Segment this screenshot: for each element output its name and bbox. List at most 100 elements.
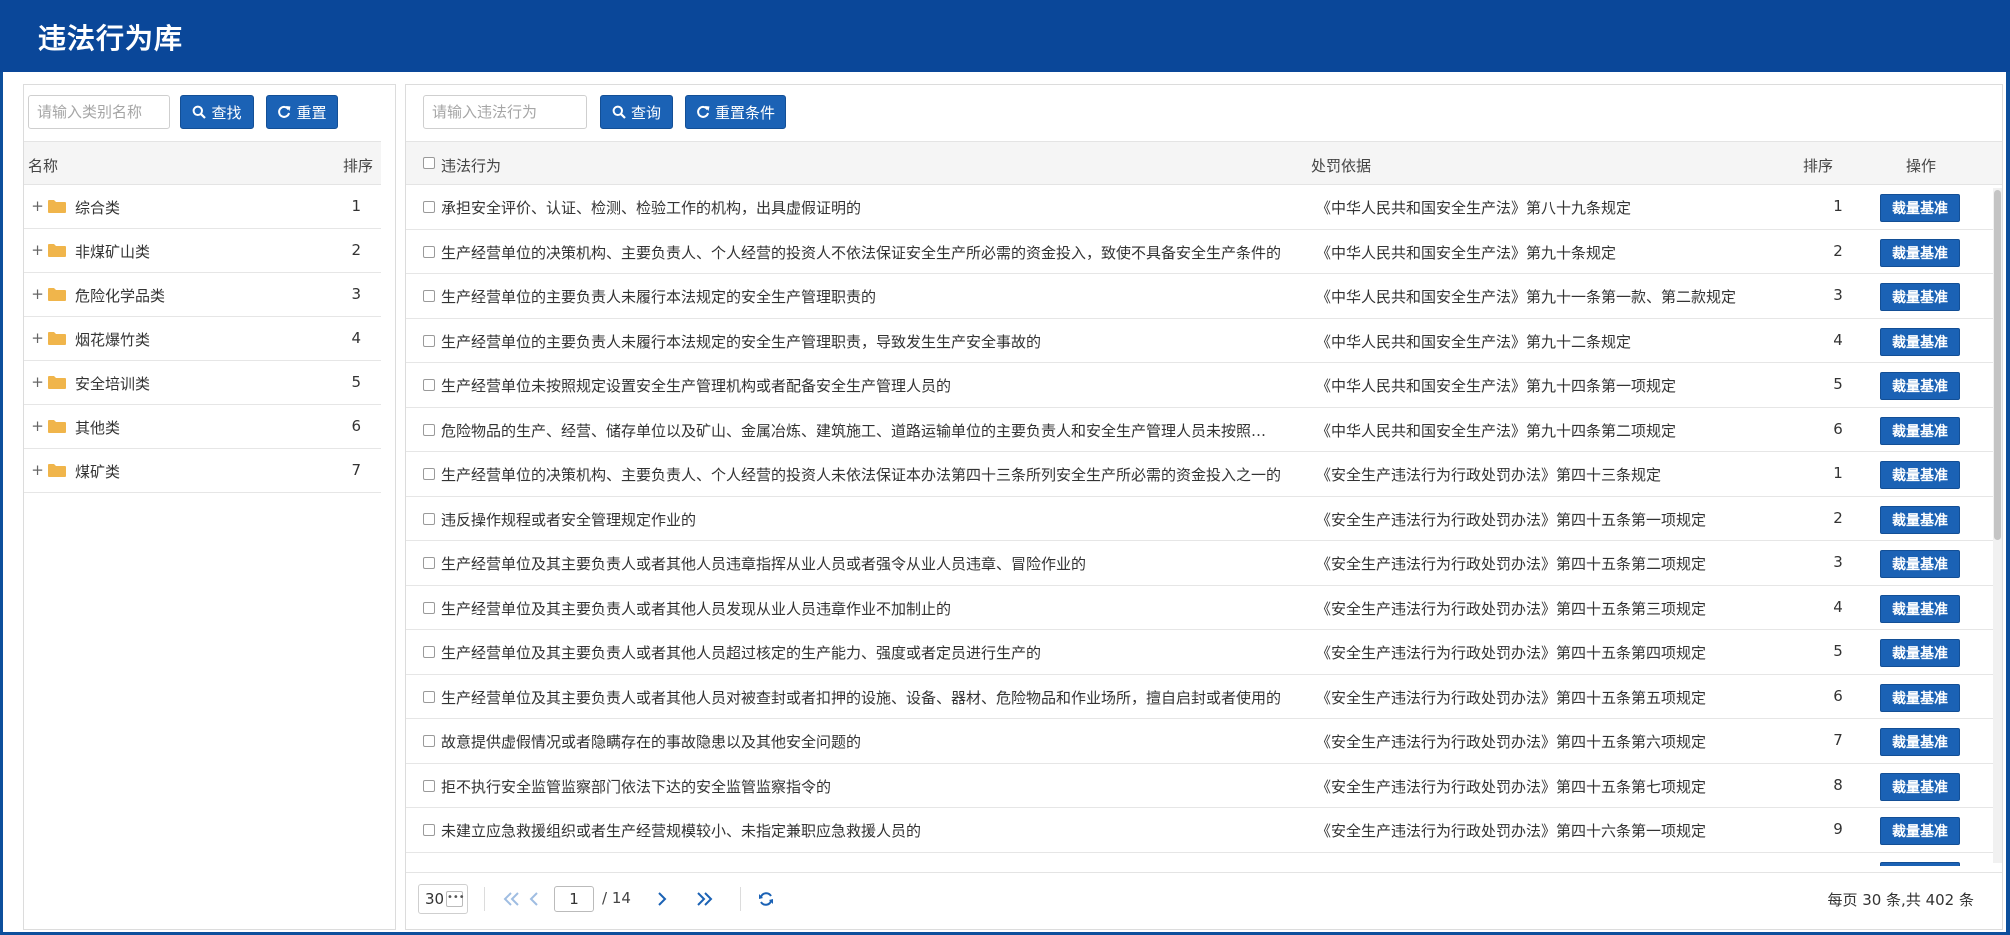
penalty-basis: 《中华人民共和国安全生产法》第九十一条第一款、第二款规定 bbox=[1316, 288, 1737, 306]
discretion-standard-button[interactable]: 裁量基准 bbox=[1880, 683, 1960, 712]
discretion-standard-button[interactable]: 裁量基准 bbox=[1880, 817, 1960, 845]
next-page-icon[interactable] bbox=[650, 885, 674, 913]
row-checkbox[interactable] bbox=[423, 423, 435, 436]
row-checkbox[interactable] bbox=[423, 557, 435, 569]
discretion-standard-button[interactable]: 裁量基准 bbox=[1880, 327, 1960, 356]
discretion-standard-button[interactable]: 裁量基准 bbox=[1880, 550, 1960, 578]
expand-icon[interactable]: + bbox=[31, 330, 44, 346]
discretion-standard-button[interactable]: 裁量基准 bbox=[1880, 283, 1960, 311]
app-header: 违法行为库 bbox=[0, 0, 2010, 72]
table-row[interactable]: 生产经营单位及其主要负责人或者其他人员发现从业人员违章作业不加制止的 《安全生产违… bbox=[406, 586, 2002, 630]
category-order: 1 bbox=[351, 197, 361, 215]
violation-text: 生产经营单位的决策机构、主要负责人、个人经营的投资人未依法保证本办法第四十三条所… bbox=[441, 466, 1281, 484]
row-checkbox[interactable] bbox=[423, 334, 435, 347]
table-row[interactable]: 生产经营单位未按照规定设置安全生产管理机构或者配备安全生产管理人员的 《中华人民共… bbox=[406, 363, 2002, 408]
reset-conditions-button[interactable]: 重置条件 bbox=[685, 95, 786, 129]
discretion-standard-button[interactable]: 裁量基准 bbox=[1880, 728, 1960, 756]
table-row[interactable]: 生产经营单位及其主要负责人或者其他人员违章指挥从业人员或者强令从业人员违章、冒险… bbox=[406, 541, 2002, 586]
table-row[interactable]: 拒不执行安全监管监察部门依法下达的安全监管监察指令的 《安全生产违法行为行政处罚办… bbox=[406, 764, 2002, 808]
folder-icon bbox=[48, 332, 66, 345]
category-row[interactable]: + 危险化学品类 3 bbox=[24, 273, 381, 317]
row-order: 6 bbox=[1833, 686, 1843, 705]
table-row[interactable]: 生产经营单位及其主要负责人或者其他人员对被查封或者扣押的设施、设备、器材、危险物… bbox=[406, 675, 2002, 719]
query-button[interactable]: 查询 bbox=[600, 95, 673, 129]
penalty-basis: 《中华人民共和国安全生产法》第九十四条第一项规定 bbox=[1316, 377, 1677, 395]
row-checkbox[interactable] bbox=[423, 468, 435, 480]
more-icon[interactable]: ••• bbox=[446, 891, 465, 907]
table-row[interactable]: 生产经营单位的主要负责人未履行本法规定的安全生产管理职责，导致发生生产安全事故的… bbox=[406, 319, 2002, 363]
row-checkbox[interactable] bbox=[423, 512, 435, 525]
expand-icon[interactable]: + bbox=[31, 242, 44, 258]
expand-icon[interactable]: + bbox=[31, 462, 44, 478]
table-row[interactable]: 故意提供虚假情况或者隐瞒存在的事故隐患以及其他安全问题的 《安全生产违法行为行政处… bbox=[406, 719, 2002, 764]
row-checkbox[interactable] bbox=[423, 646, 435, 658]
discretion-standard-button[interactable]: 裁量基准 bbox=[1880, 594, 1960, 623]
reload-icon[interactable] bbox=[754, 885, 778, 913]
category-row[interactable]: + 非煤矿山类 2 bbox=[24, 229, 381, 273]
row-checkbox[interactable] bbox=[423, 290, 435, 302]
prev-page-icon[interactable] bbox=[522, 885, 546, 913]
row-checkbox[interactable] bbox=[423, 824, 435, 836]
discretion-standard-button[interactable]: 裁量基准 bbox=[1880, 639, 1960, 667]
first-page-icon[interactable] bbox=[500, 885, 524, 913]
violation-search-input[interactable] bbox=[423, 95, 587, 129]
row-checkbox[interactable] bbox=[423, 779, 435, 792]
table-row[interactable]: 生产经营单位的主要负责人未履行本法规定的安全生产管理职责的 《中华人民共和国安全生… bbox=[406, 274, 2002, 319]
pagination-bar: 30 ••• / 14 每页 30 条,共 402 条 bbox=[406, 872, 2002, 929]
last-page-icon[interactable] bbox=[692, 885, 716, 913]
row-checkbox[interactable] bbox=[423, 735, 435, 747]
expand-icon[interactable]: + bbox=[31, 286, 44, 302]
category-name: 其他类 bbox=[75, 419, 121, 437]
violation-text: 故意提供虚假情况或者隐瞒存在的事故隐患以及其他安全问题的 bbox=[441, 733, 862, 751]
discretion-standard-button[interactable]: 裁量基准 bbox=[1880, 416, 1960, 445]
violation-text: 生产经营单位及其主要负责人或者其他人员对被查封或者扣押的设施、设备、器材、危险物… bbox=[441, 688, 1281, 707]
scrollbar-thumb[interactable] bbox=[1994, 190, 2001, 540]
table-row[interactable]: 生产经营单位的决策机构、主要负责人、个人经营的投资人不依法保证安全生产所必需的资… bbox=[406, 230, 2002, 274]
discretion-standard-button[interactable]: 裁量基准 bbox=[1880, 861, 1960, 866]
row-order: 8 bbox=[1833, 775, 1843, 794]
category-order: 3 bbox=[351, 285, 361, 303]
category-reset-button[interactable]: 重置 bbox=[266, 95, 338, 129]
page-title: 违法行为库 bbox=[38, 22, 184, 55]
page-size-select[interactable]: 30 ••• bbox=[418, 884, 468, 914]
row-checkbox[interactable] bbox=[423, 201, 435, 213]
expand-icon[interactable]: + bbox=[31, 374, 44, 390]
violation-table-body[interactable]: 承担安全评价、认证、检测、检验工作的机构，出具虚假证明的 《中华人民共和国安全生产… bbox=[406, 185, 2002, 866]
category-row[interactable]: + 综合类 1 bbox=[24, 185, 381, 229]
expand-icon[interactable]: + bbox=[31, 198, 44, 214]
discretion-standard-button[interactable]: 裁量基准 bbox=[1880, 772, 1960, 801]
row-checkbox[interactable] bbox=[423, 690, 435, 703]
category-tree: + 综合类 1 + 非煤矿山类 2 + 危险化学品类 3 + 烟花爆竹类 4 + 安全培训类 5 + 其他类 6 +… bbox=[24, 185, 381, 493]
discretion-standard-button[interactable]: 裁量基准 bbox=[1880, 372, 1960, 400]
table-row[interactable]: 生产经营单位的决策机构、主要负责人、个人经营的投资人未依法保证本办法第四十三条所… bbox=[406, 452, 2002, 497]
category-search-input[interactable] bbox=[28, 95, 170, 129]
table-row[interactable]: 违反操作规程或者安全管理规定作业的 《安全生产违法行为行政处罚办法》第四十五条第一… bbox=[406, 497, 2002, 541]
discretion-standard-button[interactable]: 裁量基准 bbox=[1880, 461, 1960, 489]
category-row[interactable]: + 烟花爆竹类 4 bbox=[24, 317, 381, 361]
category-row[interactable]: + 其他类 6 bbox=[24, 405, 381, 449]
table-row[interactable]: 承担安全评价、认证、检测、检验工作的机构，出具虚假证明的 《中华人民共和国安全生产… bbox=[406, 185, 2002, 230]
select-all-checkbox[interactable] bbox=[423, 157, 435, 169]
category-row[interactable]: + 煤矿类 7 bbox=[24, 449, 381, 493]
table-row[interactable]: 未建立应急救援组织或者生产经营规模较小、未指定兼职应急救援人员的 《安全生产违法行… bbox=[406, 808, 2002, 853]
discretion-standard-button[interactable]: 裁量基准 bbox=[1880, 194, 1960, 222]
refresh-icon bbox=[278, 105, 291, 118]
table-row[interactable]: 危险物品的生产、经营、储存单位以及矿山、金属冶炼、建筑施工、道路运输单位的主要负… bbox=[406, 408, 2002, 452]
category-row[interactable]: + 安全培训类 5 bbox=[24, 361, 381, 405]
row-checkbox[interactable] bbox=[423, 245, 435, 258]
expand-icon[interactable]: + bbox=[31, 418, 44, 434]
pager-divider bbox=[740, 887, 741, 911]
row-checkbox[interactable] bbox=[423, 379, 435, 391]
row-checkbox[interactable] bbox=[423, 601, 435, 614]
penalty-basis: 《安全生产违法行为行政处罚办法》第四十三条规定 bbox=[1316, 466, 1662, 484]
category-find-button[interactable]: 查找 bbox=[180, 95, 254, 129]
category-order: 7 bbox=[351, 461, 361, 479]
category-name: 煤矿类 bbox=[75, 463, 121, 481]
col-operation: 操作 bbox=[1906, 157, 1937, 175]
table-row[interactable]: 生产经营单位及其主要负责人或者其他人员超过核定的生产能力、强度或者定员进行生产的… bbox=[406, 630, 2002, 675]
discretion-standard-button[interactable]: 裁量基准 bbox=[1880, 238, 1960, 267]
current-page-input[interactable] bbox=[554, 886, 594, 912]
table-scrollbar[interactable] bbox=[1993, 188, 2002, 863]
table-row[interactable]: 未配备必要的应急救援器材、设备和物资，并进行经常性维护、保养，保证正常运转的 《安… bbox=[406, 853, 2002, 866]
discretion-standard-button[interactable]: 裁量基准 bbox=[1880, 505, 1960, 534]
